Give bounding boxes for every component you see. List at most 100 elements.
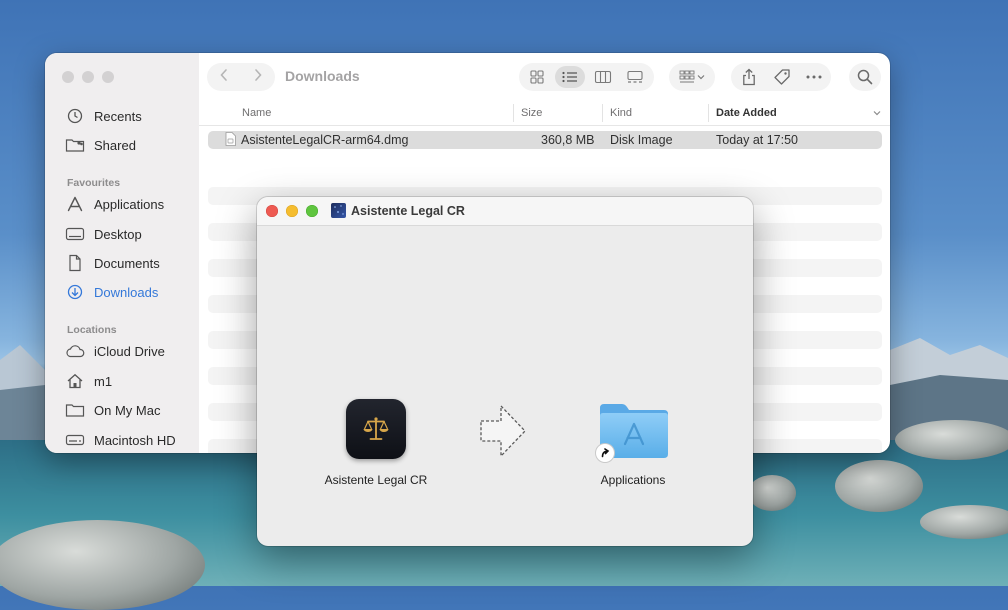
- document-icon: [65, 254, 85, 272]
- applications-folder-label: Applications: [600, 473, 666, 487]
- desktop-icon: [65, 225, 85, 243]
- search-button[interactable]: [849, 63, 881, 91]
- desktop-rock: [835, 460, 923, 512]
- minimize-button[interactable]: [286, 205, 298, 217]
- sidebar-item-label: Downloads: [94, 284, 159, 300]
- back-button[interactable]: [219, 68, 229, 87]
- favourites-heading: Favourites: [67, 177, 121, 189]
- disk-image-volume-icon: [331, 203, 346, 218]
- alias-arrow-icon: [601, 448, 610, 458]
- close-button[interactable]: [266, 205, 278, 217]
- minimize-button[interactable]: [82, 71, 94, 83]
- sidebar-item-label: Documents: [94, 255, 160, 271]
- locations-heading: Locations: [67, 324, 117, 336]
- chevron-right-icon: [255, 68, 262, 81]
- column-separator: [708, 104, 709, 122]
- scales-of-justice-icon: [363, 417, 389, 440]
- grid-icon: [530, 70, 544, 84]
- file-kind: Disk Image: [610, 133, 673, 147]
- tag-button[interactable]: [771, 67, 793, 87]
- sidebar-item-label: Applications: [94, 196, 165, 212]
- finder-toolbar: Downloads: [199, 53, 890, 101]
- disk-icon: [65, 431, 85, 449]
- sidebar-item-label: On My Mac: [94, 402, 161, 418]
- dmg-title: Asistente Legal CR: [331, 203, 465, 218]
- dmg-titlebar[interactable]: Asistente Legal CR: [257, 197, 753, 226]
- sidebar-item-recents[interactable]: Recents: [65, 105, 142, 127]
- forward-button[interactable]: [253, 68, 263, 87]
- table-row[interactable]: AsistenteLegalCR-arm64.dmg 360,8 MB Disk…: [208, 131, 882, 149]
- applications-folder-icon[interactable]: [596, 400, 670, 462]
- group-by-button[interactable]: [669, 63, 715, 91]
- gallery-view-button[interactable]: [620, 66, 650, 88]
- cloud-icon: [65, 342, 85, 360]
- sidebar-item-downloads[interactable]: Downloads: [65, 281, 158, 303]
- app-icon-label: Asistente Legal CR: [324, 473, 428, 487]
- desktop-rock: [895, 420, 1008, 460]
- home-icon: [65, 372, 85, 390]
- alias-arrow-badge: [596, 444, 614, 462]
- file-name: AsistenteLegalCR-arm64.dmg: [241, 133, 409, 147]
- zoom-button[interactable]: [102, 71, 114, 83]
- file-size: 360,8 MB: [541, 133, 595, 147]
- share-icon: [743, 68, 755, 86]
- icon-view-button[interactable]: [522, 66, 552, 88]
- sidebar-item-applications[interactable]: Applications: [65, 193, 164, 215]
- clock-icon: [65, 107, 85, 125]
- sidebar-item-icloud-drive[interactable]: iCloud Drive: [65, 340, 165, 362]
- sidebar-item-label: m1: [94, 373, 113, 389]
- window-controls-inactive[interactable]: [62, 71, 114, 83]
- column-header-name[interactable]: Name: [242, 101, 271, 125]
- header-divider: [199, 125, 890, 126]
- column-header-date-added[interactable]: Date Added: [716, 101, 777, 125]
- sidebar-item-label: Desktop: [94, 226, 142, 242]
- sidebar-item-label: Shared: [94, 137, 136, 153]
- dmg-installer-window[interactable]: Asistente Legal CR Asistente Legal CR Ap…: [257, 197, 753, 546]
- list-icon: [562, 71, 577, 83]
- ellipsis-icon: [806, 75, 822, 79]
- chevron-left-icon: [220, 68, 227, 81]
- navigation-buttons: [207, 63, 275, 91]
- sidebar-item-label: iCloud Drive: [94, 343, 165, 359]
- column-header-kind[interactable]: Kind: [610, 101, 632, 125]
- chevron-down-icon: [697, 75, 705, 80]
- sidebar-item-desktop[interactable]: Desktop: [65, 223, 142, 245]
- sidebar-item-home[interactable]: m1: [65, 370, 112, 392]
- asistente-legal-app-icon[interactable]: [346, 399, 406, 459]
- column-separator: [602, 104, 603, 122]
- folder-icon: [65, 401, 85, 419]
- file-date-added: Today at 17:50: [716, 133, 799, 147]
- sidebar-item-label: Recents: [94, 108, 142, 124]
- download-icon: [65, 283, 85, 301]
- search-icon: [857, 69, 873, 85]
- applications-icon: [65, 195, 85, 213]
- desktop-rock: [920, 505, 1008, 539]
- sidebar-item-label: Macintosh HD: [94, 432, 176, 448]
- dmg-title-text: Asistente Legal CR: [351, 203, 465, 218]
- columns-icon: [594, 70, 612, 84]
- gallery-icon: [627, 70, 643, 83]
- more-button[interactable]: [803, 67, 825, 87]
- finder-sidebar: Recents Shared Favourites Applications D…: [45, 53, 199, 453]
- sidebar-item-macintosh-hd[interactable]: Macintosh HD: [65, 429, 176, 451]
- sidebar-item-documents[interactable]: Documents: [65, 252, 160, 274]
- column-header-size[interactable]: Size: [521, 101, 542, 125]
- drag-arrow-icon: [480, 405, 526, 457]
- desktop-rock: [748, 475, 796, 511]
- window-title: Downloads: [285, 68, 360, 84]
- view-mode-control: [519, 63, 654, 91]
- desktop-rock: [0, 520, 205, 610]
- list-view-button[interactable]: [555, 66, 585, 88]
- shared-folder-icon: [65, 136, 85, 154]
- window-controls: [266, 205, 318, 217]
- sort-chevron-down-icon[interactable]: [873, 110, 881, 116]
- sidebar-item-shared[interactable]: Shared: [65, 134, 136, 156]
- zoom-button[interactable]: [306, 205, 318, 217]
- group-grid-icon: [679, 70, 695, 83]
- close-button[interactable]: [62, 71, 74, 83]
- column-view-button[interactable]: [588, 66, 618, 88]
- share-button[interactable]: [738, 67, 760, 87]
- column-separator: [513, 104, 514, 122]
- sidebar-item-on-my-mac[interactable]: On My Mac: [65, 399, 160, 421]
- tag-icon: [774, 69, 790, 85]
